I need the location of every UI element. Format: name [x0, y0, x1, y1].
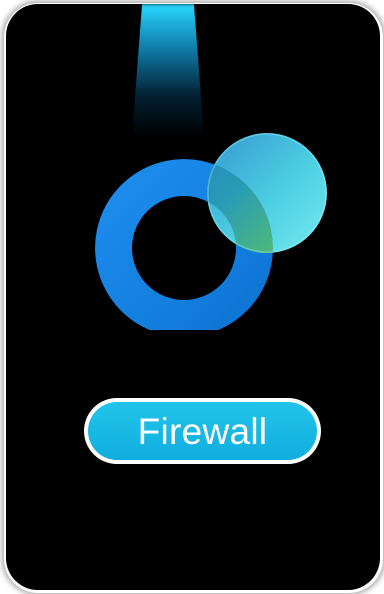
firewall-rings-icon	[95, 133, 327, 330]
app-tile[interactable]: Firewall	[6, 4, 380, 590]
app-label: Firewall	[137, 410, 268, 452]
firewall-label-badge[interactable]: Firewall	[84, 398, 321, 464]
label-badge-fill: Firewall	[88, 402, 317, 460]
light-beam	[132, 4, 204, 136]
